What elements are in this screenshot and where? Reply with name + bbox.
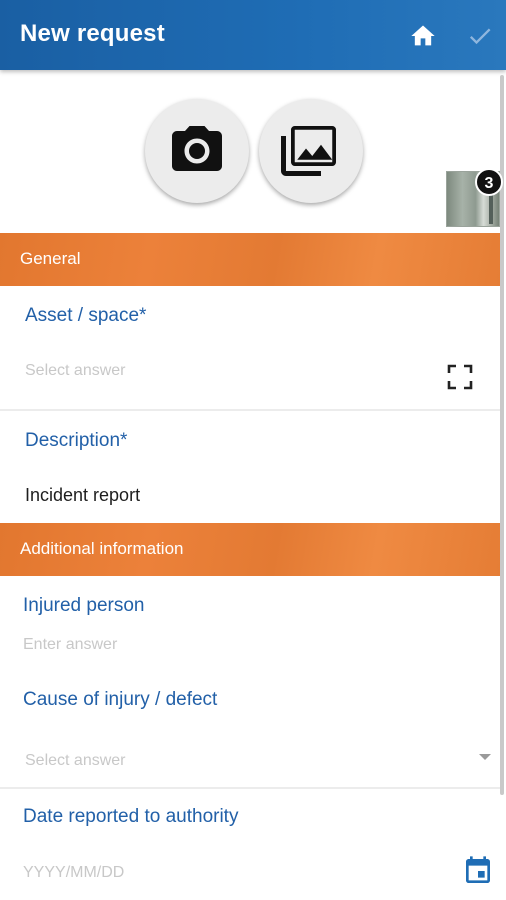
chevron-down-icon[interactable] [478, 749, 492, 760]
attachment-count-badge: 3 [475, 168, 503, 196]
gallery-icon [281, 126, 336, 176]
date-label: Date reported to authority [23, 806, 239, 827]
scan-icon [447, 364, 473, 390]
divider [0, 409, 500, 411]
gallery-button[interactable] [259, 99, 363, 203]
scan-button[interactable] [446, 363, 474, 391]
calendar-icon [466, 856, 490, 883]
confirm-button[interactable] [466, 22, 494, 50]
injured-person-label: Injured person [23, 595, 145, 616]
asset-label: Asset / space* [25, 305, 147, 326]
description-field[interactable]: Incident report [25, 485, 140, 506]
app-bar: New request [0, 0, 506, 70]
section-general: General [0, 233, 500, 286]
calendar-button[interactable] [462, 855, 494, 887]
camera-icon [172, 126, 222, 171]
check-icon [469, 28, 491, 45]
home-button[interactable] [408, 22, 438, 50]
divider [0, 787, 500, 789]
asset-select[interactable]: Select answer [25, 362, 126, 380]
date-input[interactable]: YYYY/MM/DD [23, 864, 124, 882]
cause-select[interactable]: Select answer [25, 752, 126, 770]
camera-button[interactable] [145, 99, 249, 203]
page-title: New request [20, 20, 165, 47]
description-label: Description* [25, 430, 128, 451]
section-additional-information: Additional information [0, 523, 500, 576]
injured-person-input[interactable]: Enter answer [23, 636, 117, 654]
home-icon [411, 25, 435, 46]
cause-label: Cause of injury / defect [23, 689, 218, 710]
